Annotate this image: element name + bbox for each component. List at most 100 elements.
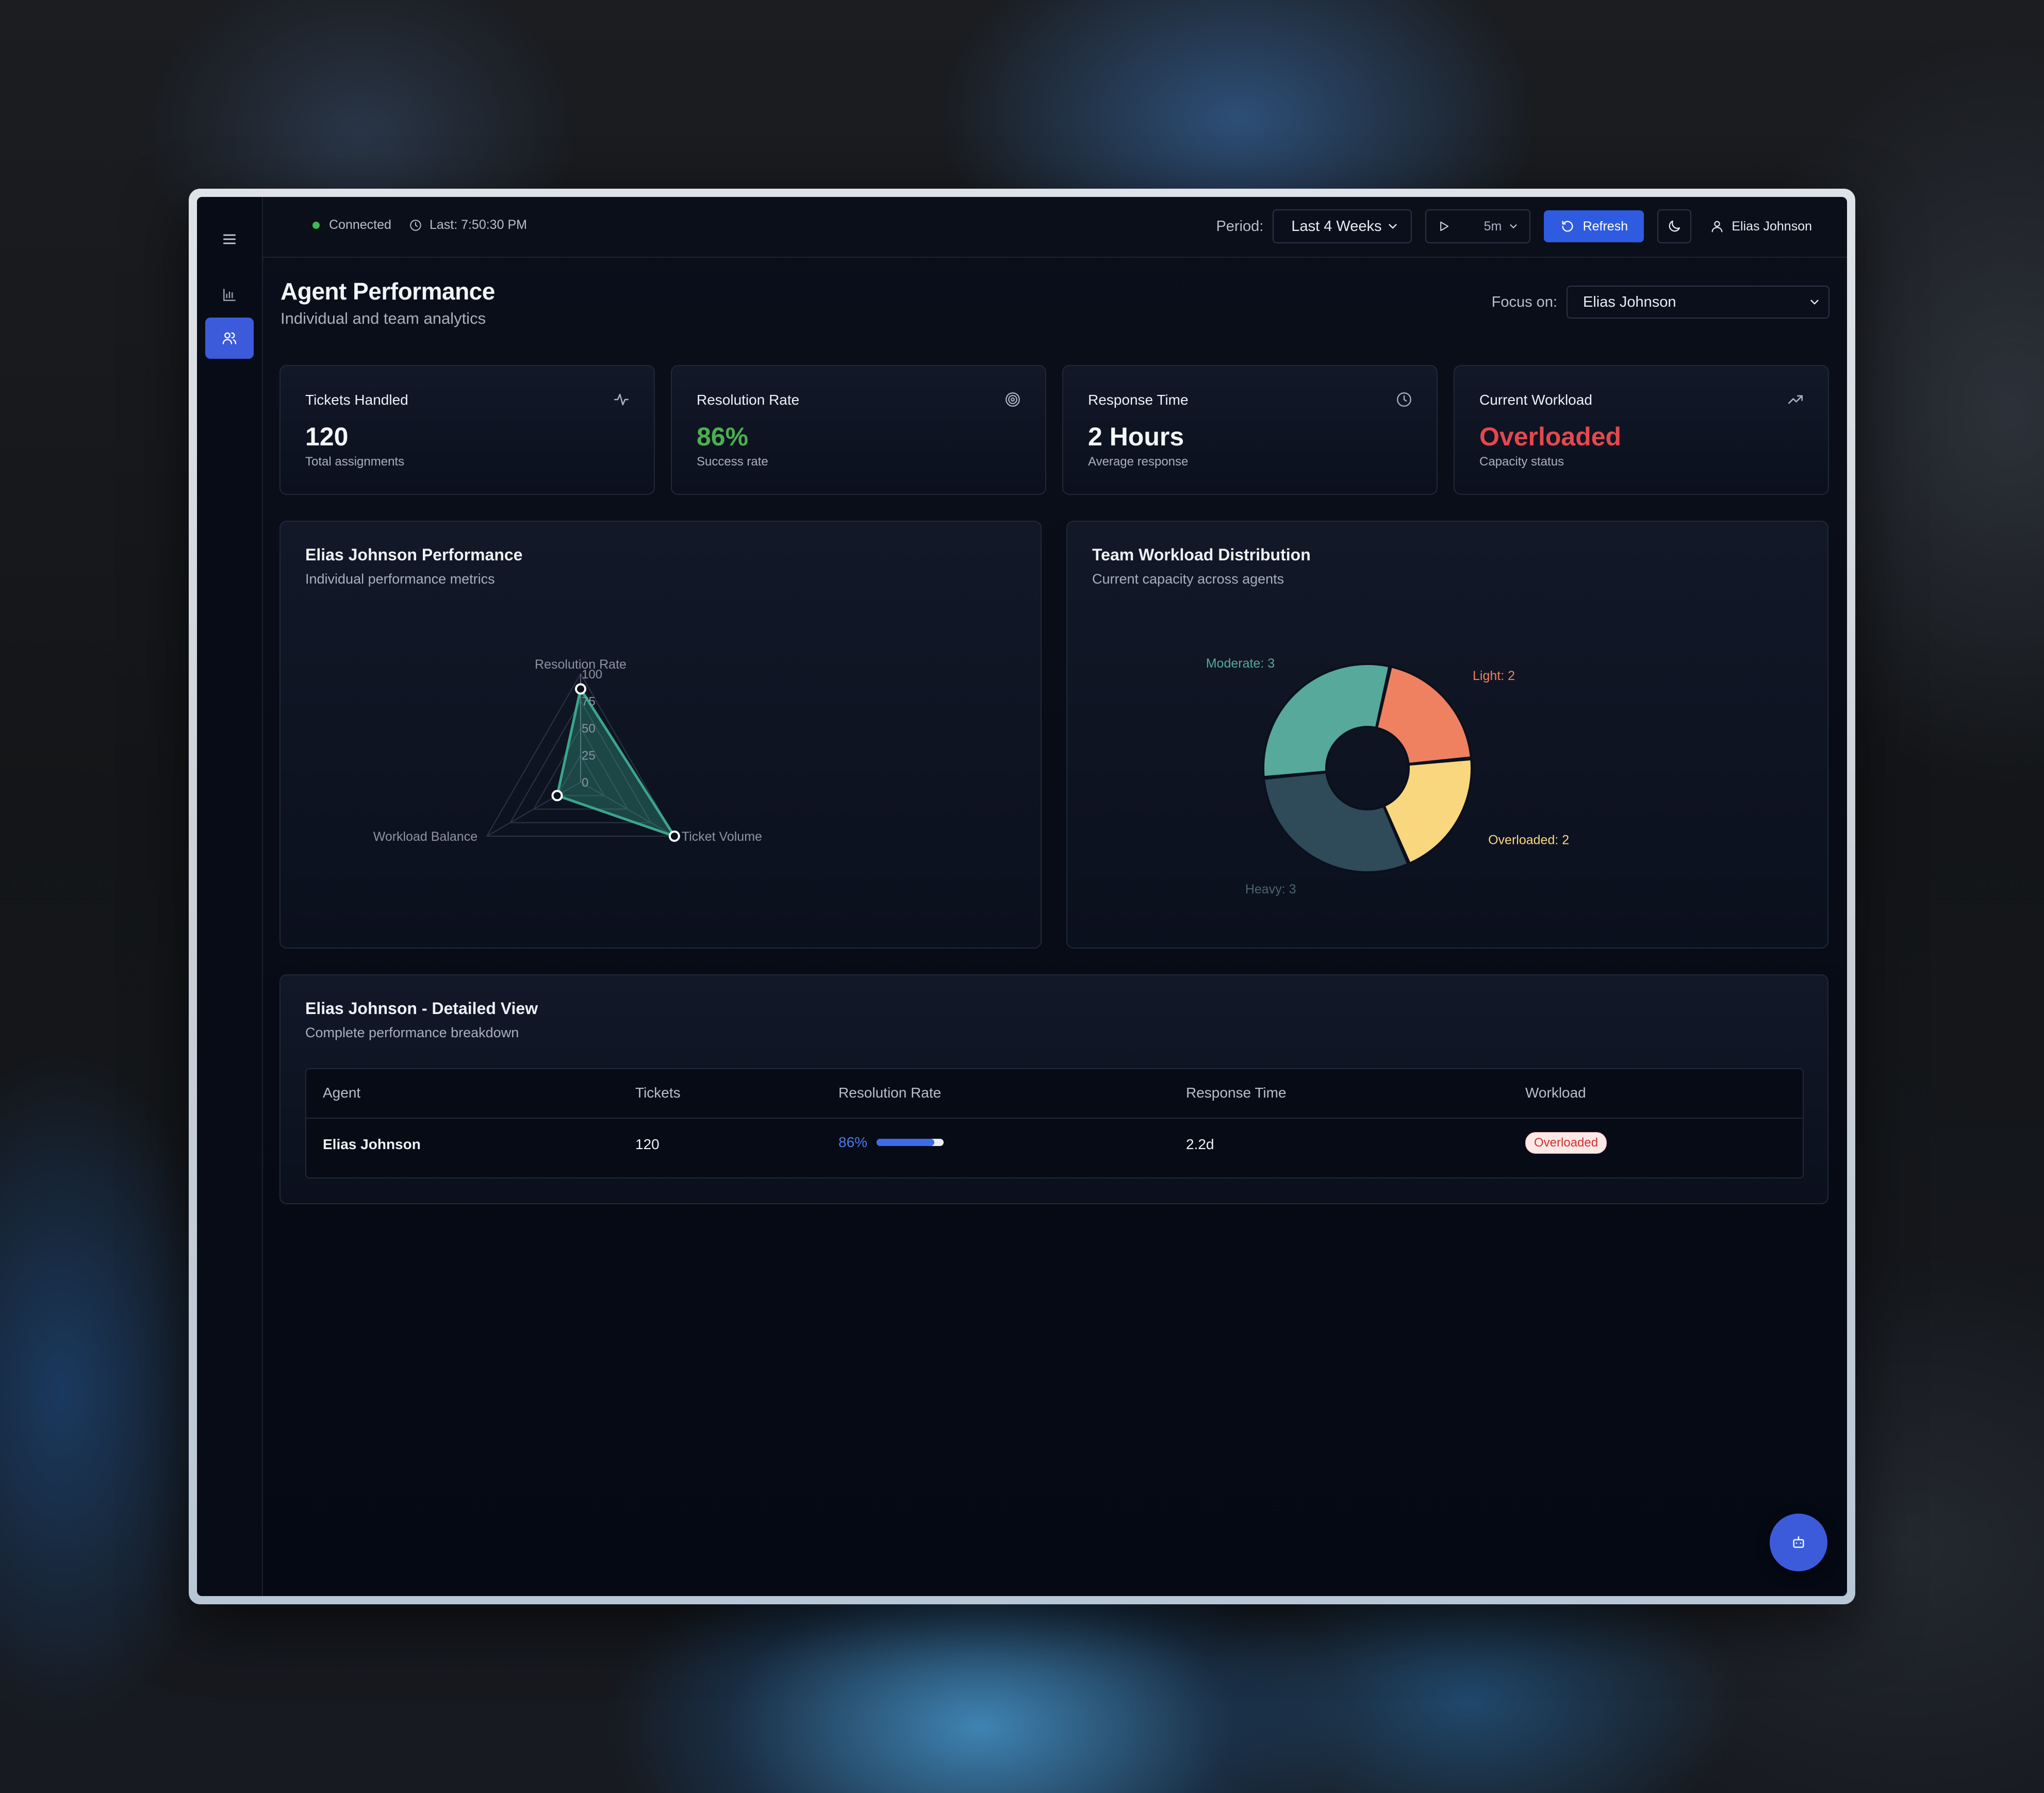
assistant-bot-button[interactable] [1770, 1514, 1827, 1571]
column-header[interactable]: Tickets [635, 1085, 681, 1101]
kpi-description: Capacity status [1479, 455, 1564, 469]
connection-status-text: Connected [329, 218, 391, 232]
radar-data-point [575, 683, 586, 695]
refresh-button[interactable]: Refresh [1544, 210, 1644, 242]
workload-cell: Overloaded [1525, 1132, 1607, 1154]
kpi-title: Resolution Rate [697, 392, 800, 408]
donut-slice-label: Light: 2 [1473, 669, 1515, 683]
chevron-down-icon [1510, 224, 1517, 229]
donut-slice-moderate [1262, 663, 1391, 778]
radar-axis-label: Resolution Rate [535, 657, 627, 672]
column-header[interactable]: Resolution Rate [838, 1085, 941, 1101]
users-icon [222, 332, 237, 344]
donut-slice-label: Heavy: 3 [1245, 882, 1296, 896]
detailed-view-card: Elias Johnson - Detailed View Complete p… [279, 974, 1828, 1204]
detail-title: Elias Johnson - Detailed View [305, 999, 538, 1018]
status-dot-icon [312, 221, 320, 229]
period-value: Last 4 Weeks [1291, 218, 1382, 235]
kpi-card-current-workload: Current Workload Overloaded Capacity sta… [1454, 365, 1829, 495]
chevron-down-icon [1389, 224, 1397, 229]
focus-label: Focus on: [1491, 293, 1557, 310]
team-workload-chart-card: Team Workload Distribution Current capac… [1066, 521, 1828, 949]
donut-slice-light [1375, 665, 1473, 765]
user-icon [1711, 221, 1723, 233]
radar-tick-label: 50 [582, 722, 596, 736]
resolution-rate-cell: 86% [838, 1134, 944, 1151]
kpi-value: 2 Hours [1088, 422, 1184, 451]
app-screen: Connected Last: 7:50:30 PM Period: Last … [197, 197, 1847, 1596]
focus-agent-select[interactable]: Elias Johnson [1567, 286, 1829, 319]
response-time-cell: 2.2d [1186, 1136, 1214, 1152]
sidebar-item-dashboard[interactable] [205, 274, 254, 316]
workload-status-badge: Overloaded [1525, 1132, 1607, 1154]
donut-slice-label: Moderate: 3 [1206, 656, 1275, 671]
resolution-progress-bar [877, 1139, 944, 1146]
activity-icon [614, 393, 629, 406]
radar-tick-label: 0 [582, 776, 588, 790]
user-name: Elias Johnson [1732, 219, 1812, 234]
column-header[interactable]: Workload [1525, 1085, 1586, 1101]
column-header[interactable]: Response Time [1186, 1085, 1287, 1101]
radar-tick-label: 25 [582, 749, 596, 763]
tickets-cell: 120 [635, 1136, 660, 1152]
detail-subtitle: Complete performance breakdown [305, 1025, 519, 1040]
kpi-description: Total assignments [305, 455, 405, 469]
chevron-down-icon [1810, 300, 1819, 305]
trending-up-icon [1788, 395, 1803, 404]
kpi-description: Average response [1088, 455, 1189, 469]
menu-toggle-button[interactable] [205, 219, 254, 260]
theme-toggle-button[interactable] [1657, 209, 1692, 243]
kpi-value: 120 [305, 422, 349, 451]
auto-refresh-interval: 5m [1483, 219, 1502, 234]
donut-slice-heavy [1262, 771, 1410, 873]
page-title: Agent Performance [281, 278, 495, 305]
kpi-title: Tickets Handled [305, 392, 408, 408]
kpi-card-tickets-handled: Tickets Handled 120 Total assignments [279, 365, 655, 495]
kpi-card-response-time: Response Time 2 Hours Average response [1062, 365, 1438, 495]
radar-series-area [555, 685, 678, 839]
auto-refresh-control[interactable]: 5m [1425, 209, 1531, 243]
kpi-card-resolution-rate: Resolution Rate 86% Success rate [671, 365, 1046, 495]
donut-slice-label: Overloaded: 2 [1488, 833, 1569, 847]
refresh-label: Refresh [1583, 219, 1628, 234]
radar-data-point [551, 790, 563, 802]
resolution-rate-value: 86% [838, 1134, 868, 1150]
target-icon [1005, 392, 1020, 407]
app-window: Connected Last: 7:50:30 PM Period: Last … [189, 189, 1855, 1604]
kpi-value: Overloaded [1479, 422, 1622, 451]
hamburger-menu-icon [223, 234, 236, 244]
period-label: Period: [1216, 218, 1264, 235]
resolution-progress-fill [877, 1139, 934, 1146]
main-content: Agent Performance Individual and team an… [279, 258, 1829, 1596]
agent-name-cell: Elias Johnson [323, 1136, 421, 1152]
user-menu[interactable]: Elias Johnson [1710, 219, 1812, 234]
focus-control: Focus on: Elias Johnson [1492, 286, 1829, 319]
radar-axis-label: Ticket Volume [682, 829, 762, 844]
bar-chart-icon [223, 289, 236, 301]
kpi-title: Current Workload [1479, 392, 1592, 408]
radar-data-point [668, 831, 680, 842]
sidebar [197, 197, 263, 1596]
connection-status: Connected Last: 7:50:30 PM [312, 218, 527, 233]
bot-icon [1793, 1536, 1804, 1548]
header-controls: Period: Last 4 Weeks 5m Refresh Elias Jo… [1216, 209, 1812, 243]
sidebar-item-agents[interactable] [205, 318, 254, 359]
last-updated: Last: 7:50:30 PM [409, 218, 527, 233]
clock-icon [410, 219, 421, 231]
column-header[interactable]: Agent [323, 1085, 360, 1101]
kpi-value: 86% [697, 422, 749, 451]
table-header: Agent Tickets Resolution Rate Response T… [306, 1069, 1803, 1119]
play-icon[interactable] [1437, 219, 1451, 234]
focus-value: Elias Johnson [1583, 293, 1676, 310]
agent-table: Agent Tickets Resolution Rate Response T… [305, 1068, 1804, 1178]
refresh-icon [1562, 221, 1573, 232]
kpi-description: Success rate [697, 455, 768, 469]
radar-tick-label: 75 [582, 695, 596, 709]
clock-icon [1397, 392, 1411, 407]
top-bar: Connected Last: 7:50:30 PM Period: Last … [263, 197, 1847, 258]
radar-chart: 0255075100Resolution RateTicket VolumeWo… [373, 657, 762, 844]
agent-performance-chart-card: Elias Johnson Performance Individual per… [279, 521, 1042, 949]
radar-axis-label: Workload Balance [373, 829, 477, 844]
page-subtitle: Individual and team analytics [281, 309, 486, 327]
period-select[interactable]: Last 4 Weeks [1273, 209, 1412, 243]
